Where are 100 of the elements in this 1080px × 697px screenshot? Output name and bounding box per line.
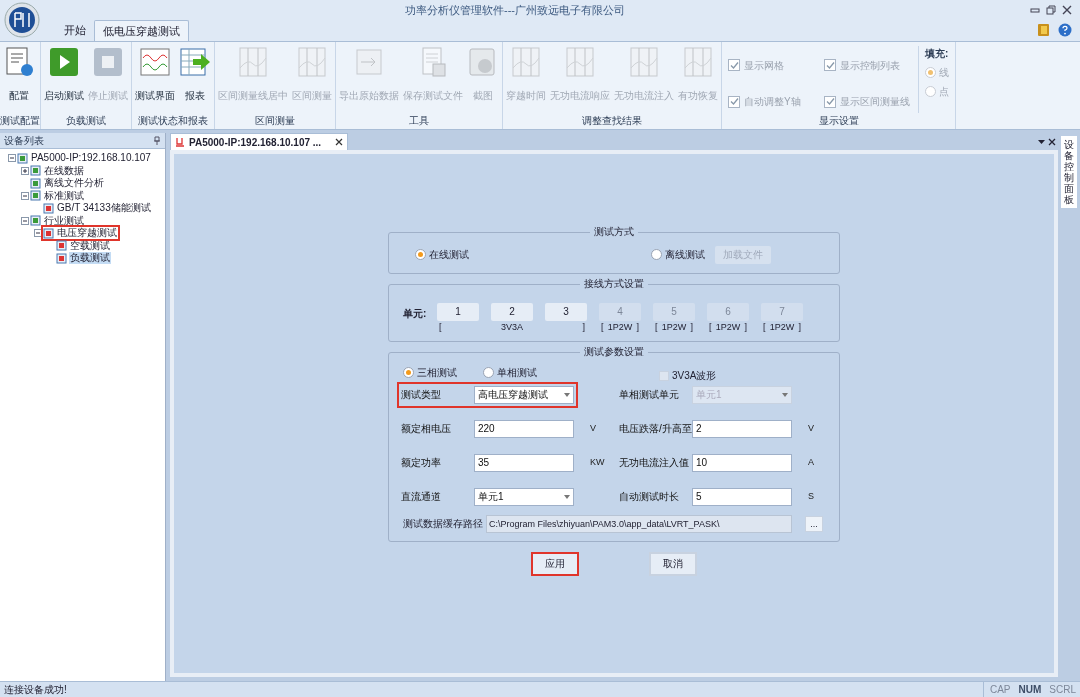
field-label: 直流通道 [401, 490, 442, 504]
status-message: 连接设备成功! [4, 683, 67, 697]
tree-item[interactable]: PA5000-IP:192.168.10.107 [30, 152, 152, 165]
unit-button[interactable]: 2 [491, 302, 533, 321]
checkbox[interactable] [824, 95, 836, 108]
tree-item[interactable]: GB/T 34133储能测试 [56, 202, 152, 215]
pin-icon[interactable] [153, 136, 161, 145]
wiring-mode-label: 1P2W [607, 320, 633, 333]
window-title: 功率分析仪管理软件---广州致远电子有限公司 [404, 2, 626, 18]
radio-button[interactable] [483, 367, 494, 378]
collapse-icon[interactable] [20, 216, 29, 225]
split-chart-icon [564, 46, 596, 78]
help-icon[interactable] [1058, 23, 1072, 37]
expand-icon[interactable] [20, 166, 29, 175]
group-label: 显示设置 [817, 114, 860, 128]
field-label: 单相测试单元 [619, 388, 680, 402]
status-indicator: SCRL [1049, 683, 1076, 697]
tree-item[interactable]: 空载测试 [69, 239, 111, 252]
wiring-mode-label: 1P2W [769, 320, 795, 333]
checkbox[interactable] [824, 59, 836, 72]
close-icon[interactable] [1062, 5, 1072, 15]
radio-button[interactable] [925, 67, 936, 78]
wiring-mode-label: 1P2W [661, 320, 687, 333]
dropdown-icon[interactable] [1038, 140, 1045, 144]
bracket: [ [709, 320, 712, 333]
radio-button[interactable] [925, 86, 936, 97]
field-label: 自动测试时长 [619, 490, 680, 504]
checkbox[interactable] [728, 95, 740, 108]
browse-button[interactable]: ... [805, 515, 823, 532]
node-icon [56, 252, 67, 264]
unit-label: A [808, 455, 814, 469]
radio-button[interactable] [403, 367, 414, 378]
split-panel-icon [296, 46, 328, 78]
book-icon[interactable] [1037, 23, 1050, 37]
group-title: 接线方式设置 [580, 277, 648, 290]
wiring-mode-label: 1P2W [715, 320, 741, 333]
group-label: 测试配置 [0, 114, 40, 128]
dropdown[interactable]: 高电压穿越测试 [474, 385, 574, 404]
unit-button[interactable]: 3 [545, 302, 587, 321]
restore-icon[interactable] [1046, 5, 1056, 15]
radio-button[interactable] [415, 249, 426, 260]
field-label: 测试类型 [401, 388, 442, 402]
bracket: [ [601, 320, 604, 333]
path-field[interactable]: C:\Program Files\zhiyuan\PAM3.0\app_data\LVRT_PASK\ [486, 514, 792, 533]
split-chart-icon [628, 46, 660, 78]
collapse-icon[interactable] [7, 154, 16, 163]
side-panel-tab[interactable]: 设备控制面板 [1061, 136, 1077, 208]
dialog-button[interactable]: 取消 [649, 551, 697, 576]
table-arrow-icon [179, 46, 211, 78]
tree-item[interactable]: 负载测试 [69, 252, 111, 265]
ribbon-tab[interactable]: 开始 [56, 20, 94, 41]
group-label: 调整查找结果 [581, 114, 643, 128]
caret-icon [564, 494, 570, 499]
input-field[interactable]: 2 [692, 419, 792, 438]
unit-button[interactable]: 1 [437, 302, 479, 321]
input-field[interactable]: 35 [474, 453, 574, 472]
input-field[interactable]: 5 [692, 487, 792, 506]
caret-icon [782, 392, 788, 397]
tree-item[interactable]: 标准测试 [43, 189, 85, 202]
unit-label: V [590, 421, 596, 435]
checkbox[interactable] [728, 59, 740, 72]
collapse-icon[interactable] [33, 229, 42, 238]
input-field[interactable]: 10 [692, 453, 792, 472]
dialog-button[interactable]: 应用 [531, 551, 579, 576]
tree-item[interactable]: 电压穿越测试 [56, 227, 118, 240]
node-icon [30, 165, 41, 177]
collapse-icon[interactable] [20, 191, 29, 200]
group-label: 负载测试 [65, 114, 107, 128]
tree-item[interactable]: 在线数据 [43, 164, 85, 177]
tree-item[interactable]: 离线文件分析 [43, 177, 105, 190]
radio-label: 线 [939, 66, 949, 80]
tree-item[interactable]: 行业测试 [43, 214, 85, 227]
fill-label: 填充: [925, 47, 949, 61]
radio-label: 三相测试 [417, 366, 457, 380]
node-icon [30, 190, 41, 202]
node-icon [43, 202, 54, 214]
checkbox[interactable] [659, 370, 669, 381]
bracket: [ [655, 320, 658, 333]
close-icon[interactable] [335, 138, 344, 146]
radio-label: 单相测试 [497, 366, 537, 380]
checkbox-label: 自动调整Y轴 [744, 95, 801, 110]
input-field[interactable]: 220 [474, 419, 574, 438]
play-icon [48, 46, 80, 78]
document-tab[interactable]: PA5000-IP:192.168.10.107 ... [170, 133, 349, 150]
ribbon-button[interactable]: 报表 [177, 46, 213, 113]
minimize-icon[interactable] [1030, 6, 1040, 14]
field-label: 无功电流注入值 [619, 456, 689, 470]
ribbon-tab[interactable]: 低电压穿越测试 [94, 20, 189, 41]
status-indicator: CAP [989, 683, 1011, 697]
close-icon[interactable] [1048, 138, 1056, 146]
ribbon-button[interactable]: 测试界面 [133, 46, 177, 113]
dropdown[interactable]: 单元1 [474, 487, 574, 506]
bracket: ] [744, 320, 747, 333]
status-indicator: NUM [1018, 683, 1042, 697]
ribbon-button[interactable]: 配置 [1, 46, 37, 113]
radio-label: 点 [939, 85, 949, 99]
panel-title: 设备列表 [4, 134, 44, 148]
ribbon-button[interactable]: 启动测试 [42, 46, 86, 113]
node-icon [17, 152, 28, 164]
radio-button[interactable] [651, 249, 662, 260]
